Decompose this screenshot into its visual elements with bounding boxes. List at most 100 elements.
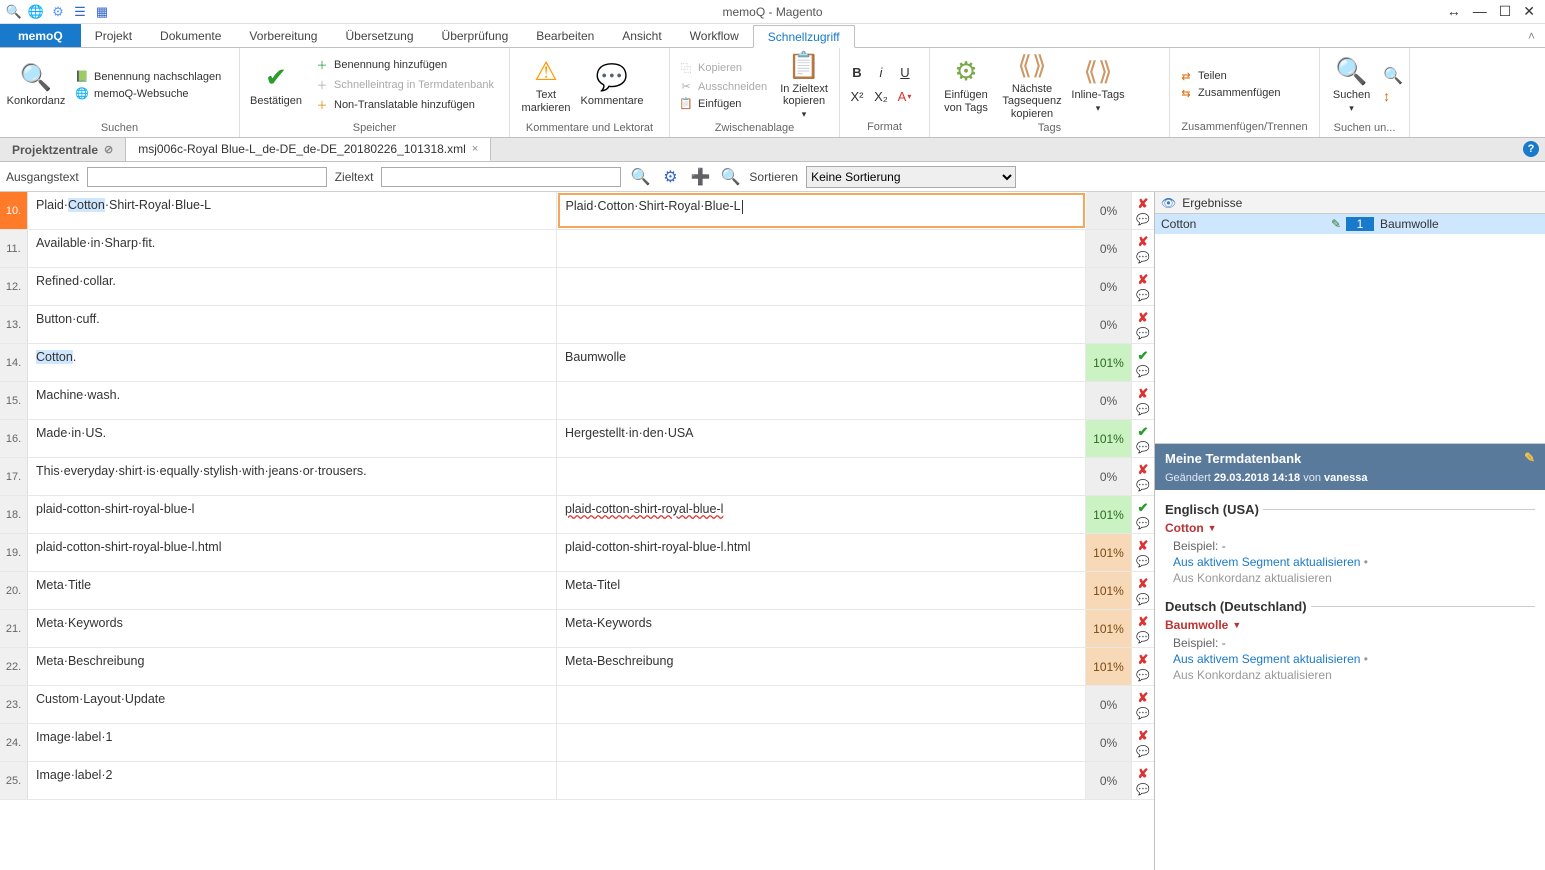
source-cell[interactable]: Plaid·Cotton·Shirt-Royal·Blue-L: [28, 192, 557, 229]
schnelleintrag-button[interactable]: ＋Schnelleintrag in Termdatenbank: [312, 76, 496, 94]
app-menu-button[interactable]: memoQ: [0, 24, 81, 47]
kommentare-button[interactable]: 💬Kommentare: [582, 50, 642, 120]
menu-tab-dokumente[interactable]: Dokumente: [146, 24, 235, 47]
target-cell[interactable]: Meta-Keywords: [557, 610, 1086, 647]
menu-tab-ansicht[interactable]: Ansicht: [608, 24, 675, 47]
segment-row[interactable]: 14.Cotton.Baumwolle101%✔💬: [0, 344, 1154, 382]
target-cell[interactable]: [557, 382, 1086, 419]
benennung-nachschlagen-button[interactable]: 📗Benennung nachschlagen: [72, 69, 223, 84]
menu-tab-übersetzung[interactable]: Übersetzung: [331, 24, 427, 47]
source-cell[interactable]: Custom·Layout·Update: [28, 686, 557, 723]
sort-toggle-icon[interactable]: ↕: [1383, 88, 1403, 104]
naechste-tagseq-button[interactable]: ⟪⟫Nächste Tagsequenz kopieren: [1002, 50, 1062, 120]
source-cell[interactable]: Image·label·1: [28, 724, 557, 761]
segment-row[interactable]: 11.Available·in·Sharp·fit.0%✘💬: [0, 230, 1154, 268]
segment-row[interactable]: 12.Refined·collar.0%✘💬: [0, 268, 1154, 306]
update-from-segment-link[interactable]: Aus aktivem Segment aktualisieren: [1173, 555, 1360, 569]
bold-button[interactable]: B: [846, 62, 868, 84]
menu-tab-schnellzugriff[interactable]: Schnellzugriff: [753, 25, 855, 48]
zusammen-button[interactable]: ⇆Zusammenfügen: [1176, 86, 1283, 101]
globe-icon[interactable]: 🌐: [28, 4, 44, 20]
filter-add-icon[interactable]: ➕: [689, 166, 711, 188]
benennung-hinzu-button[interactable]: ＋Benennung hinzufügen: [312, 56, 496, 74]
close-tab-icon[interactable]: ×: [472, 143, 478, 155]
italic-button[interactable]: i: [870, 62, 892, 84]
comment-bubble-icon[interactable]: 💬: [1136, 669, 1150, 682]
menu-tab-projekt[interactable]: Projekt: [81, 24, 146, 47]
konkordanz-button[interactable]: 🔍 Konkordanz: [6, 50, 66, 120]
help-icon[interactable]: ?: [1523, 141, 1539, 157]
comment-bubble-icon[interactable]: 💬: [1136, 517, 1150, 530]
segment-row[interactable]: 13.Button·cuff.0%✘💬: [0, 306, 1154, 344]
target-cell[interactable]: [557, 762, 1086, 799]
result-row[interactable]: Cotton ✎ 1 Baumwolle: [1155, 214, 1545, 234]
menu-tab-bearbeiten[interactable]: Bearbeiten: [522, 24, 608, 47]
tab-file[interactable]: msj006c-Royal Blue-L_de-DE_de-DE_2018022…: [126, 138, 491, 161]
edit-term-icon[interactable]: ✎: [1524, 450, 1535, 466]
filter-search-icon[interactable]: 🔍: [629, 166, 651, 188]
comment-bubble-icon[interactable]: 💬: [1136, 403, 1150, 416]
fullscreen-icon[interactable]: ↔: [1447, 3, 1461, 20]
target-cell[interactable]: [557, 458, 1086, 495]
zieltext-kopieren-button[interactable]: 📋In Zieltext kopieren▾: [775, 50, 833, 120]
close-icon[interactable]: ✕: [1523, 3, 1535, 20]
segment-row[interactable]: 25.Image·label·20%✘💬: [0, 762, 1154, 800]
case-button[interactable]: A▾: [894, 86, 916, 108]
maximize-icon[interactable]: ☐: [1499, 3, 1512, 20]
sort-select[interactable]: Keine Sortierung: [806, 166, 1016, 188]
target-cell[interactable]: plaid-cotton-shirt-royal-blue-l.html: [557, 534, 1086, 571]
comment-bubble-icon[interactable]: 💬: [1136, 555, 1150, 568]
grid-icon[interactable]: ▦: [94, 4, 110, 20]
ribbon-icon[interactable]: ☰: [72, 4, 88, 20]
ausschneiden-button[interactable]: ✂Ausschneiden: [676, 79, 769, 94]
menu-tab-workflow[interactable]: Workflow: [676, 24, 753, 47]
term-word-de[interactable]: Baumwolle▼: [1165, 618, 1535, 632]
nontrans-button[interactable]: ＋Non-Translatable hinzufügen: [312, 96, 496, 114]
comment-bubble-icon[interactable]: 💬: [1136, 441, 1150, 454]
comment-bubble-icon[interactable]: 💬: [1136, 365, 1150, 378]
source-cell[interactable]: Image·label·2: [28, 762, 557, 799]
target-cell[interactable]: Meta-Titel: [557, 572, 1086, 609]
teilen-button[interactable]: ⇄Teilen: [1176, 69, 1283, 84]
comment-bubble-icon[interactable]: 💬: [1136, 327, 1150, 340]
segment-row[interactable]: 24.Image·label·10%✘💬: [0, 724, 1154, 762]
source-cell[interactable]: Meta·Title: [28, 572, 557, 609]
target-cell[interactable]: Baumwolle: [557, 344, 1086, 381]
target-cell[interactable]: [557, 686, 1086, 723]
inline-tags-button[interactable]: ⟪⟫Inline-Tags▾: [1068, 50, 1128, 120]
source-cell[interactable]: Cotton.: [28, 344, 557, 381]
segment-row[interactable]: 21.Meta·KeywordsMeta-Keywords101%✘💬: [0, 610, 1154, 648]
comment-bubble-icon[interactable]: 💬: [1136, 783, 1150, 796]
source-filter-input[interactable]: [87, 167, 327, 187]
target-cell[interactable]: Hergestellt·in·den·USA: [557, 420, 1086, 457]
pencil-icon[interactable]: ✎: [1326, 217, 1346, 231]
comment-bubble-icon[interactable]: 💬: [1136, 479, 1150, 492]
einfuegen-button[interactable]: 📋Einfügen: [676, 96, 769, 111]
source-cell[interactable]: Machine·wash.: [28, 382, 557, 419]
segment-row[interactable]: 20.Meta·TitleMeta-Titel101%✘💬: [0, 572, 1154, 610]
target-cell[interactable]: [557, 306, 1086, 343]
superscript-button[interactable]: X²: [846, 86, 868, 108]
suchen-button[interactable]: 🔍Suchen▾: [1326, 50, 1377, 120]
underline-button[interactable]: U: [894, 62, 916, 84]
text-markieren-button[interactable]: ⚠Text markieren: [516, 50, 576, 120]
target-cell[interactable]: Plaid·Cotton·Shirt-Royal·Blue-L: [558, 193, 1086, 228]
source-cell[interactable]: Refined·collar.: [28, 268, 557, 305]
source-cell[interactable]: This·everyday·shirt·is·equally·stylish·w…: [28, 458, 557, 495]
comment-bubble-icon[interactable]: 💬: [1136, 289, 1150, 302]
einfuegen-tags-button[interactable]: ⚙Einfügen von Tags: [936, 50, 996, 120]
menu-tab-überprüfung[interactable]: Überprüfung: [428, 24, 523, 47]
comment-bubble-icon[interactable]: 💬: [1136, 707, 1150, 720]
websuche-button[interactable]: 🌐memoQ-Websuche: [72, 86, 223, 101]
comment-bubble-icon[interactable]: 💬: [1136, 631, 1150, 644]
filter-settings-icon[interactable]: ⚙: [659, 166, 681, 188]
update-from-segment-link[interactable]: Aus aktivem Segment aktualisieren: [1173, 652, 1360, 666]
subscript-button[interactable]: X₂: [870, 86, 892, 108]
term-word-en[interactable]: Cotton▼: [1165, 521, 1535, 535]
source-cell[interactable]: Meta·Keywords: [28, 610, 557, 647]
source-cell[interactable]: Button·cuff.: [28, 306, 557, 343]
target-cell[interactable]: Meta-Beschreibung: [557, 648, 1086, 685]
segment-row[interactable]: 18.plaid-cotton-shirt-royal-blue-lplaid-…: [0, 496, 1154, 534]
filter-clear-icon[interactable]: 🔍: [719, 166, 741, 188]
target-filter-input[interactable]: [381, 167, 621, 187]
